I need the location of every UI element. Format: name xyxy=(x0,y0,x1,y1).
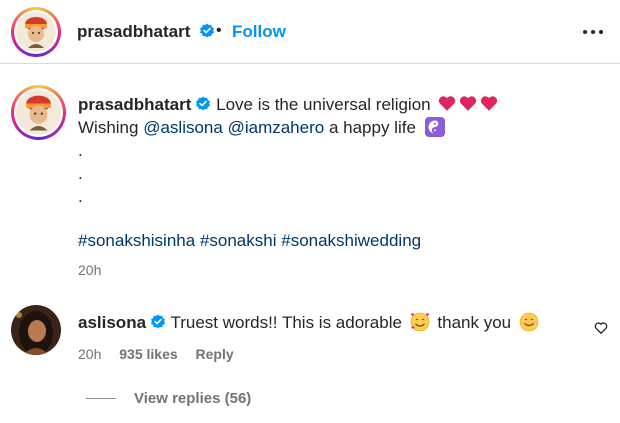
hashtags: #sonakshisinha #sonakshi #sonakshiweddin… xyxy=(78,231,421,251)
comment-likes-count[interactable]: 935 likes xyxy=(119,346,177,362)
mention-iamzahero[interactable]: @iamzahero xyxy=(228,118,325,137)
caption-avatar[interactable] xyxy=(11,85,66,140)
verified-badge-icon xyxy=(199,23,214,38)
replies-divider xyxy=(86,398,116,399)
post-header: prasadbhatart • Follow xyxy=(0,0,620,64)
follow-button[interactable]: Follow xyxy=(232,22,286,42)
view-replies-button[interactable]: View replies (56) xyxy=(134,390,251,407)
smiling-face-icon xyxy=(519,312,539,332)
avatar-illustration-icon xyxy=(16,90,61,135)
avatar-photo-icon xyxy=(11,305,61,355)
more-options-icon[interactable] xyxy=(578,22,608,42)
separator-dot: • xyxy=(216,22,222,39)
red-heart-icon xyxy=(460,96,477,111)
verified-badge-icon xyxy=(151,314,166,329)
comment-body: aslisona Truest words!! This is adorable… xyxy=(78,312,542,334)
comment-text-2: thank you xyxy=(437,313,512,332)
caption-prefix: Wishing xyxy=(78,118,139,137)
header-avatar[interactable] xyxy=(11,7,61,57)
header-username[interactable]: prasadbhatart xyxy=(77,22,190,41)
caption-username[interactable]: prasadbhatart xyxy=(78,95,191,114)
comment-text-1: Truest words!! This is adorable xyxy=(170,313,402,332)
caption-text-1: Love is the universal religion xyxy=(216,95,431,114)
avatar-illustration-icon xyxy=(16,12,56,52)
reply-button[interactable]: Reply xyxy=(196,346,234,362)
hashtag-sonakshisinha[interactable]: #sonakshisinha xyxy=(78,231,195,250)
post-caption: prasadbhatart Love is the universal reli… xyxy=(78,93,598,208)
caption-timestamp[interactable]: 20h xyxy=(78,262,101,278)
header-user: prasadbhatart xyxy=(77,22,215,42)
red-heart-icon xyxy=(481,96,498,111)
like-heart-icon[interactable] xyxy=(594,321,608,335)
caption-line-1: prasadbhatart Love is the universal reli… xyxy=(78,93,598,116)
caption-suffix: a happy life xyxy=(328,118,416,137)
mention-aslisona[interactable]: @aslisona xyxy=(143,118,223,137)
comment-meta: 20h 935 likes Reply xyxy=(78,346,248,362)
hashtag-sonakshi[interactable]: #sonakshi xyxy=(200,231,277,250)
comment-username[interactable]: aslisona xyxy=(78,313,146,332)
verified-badge-icon xyxy=(196,96,211,111)
caption-dot: . xyxy=(78,141,83,160)
smiling-face-with-hearts-icon xyxy=(410,312,429,332)
caption-line-2: Wishing @aslisona @iamzahero a happy lif… xyxy=(78,116,598,139)
caption-dot: . xyxy=(78,164,83,183)
yin-yang-icon xyxy=(424,117,445,137)
hashtag-sonakshiwedding[interactable]: #sonakshiwedding xyxy=(281,231,421,250)
caption-dot: . xyxy=(78,187,83,206)
comment-avatar[interactable] xyxy=(11,305,61,355)
red-heart-icon xyxy=(439,96,456,111)
comment-timestamp[interactable]: 20h xyxy=(78,346,101,362)
